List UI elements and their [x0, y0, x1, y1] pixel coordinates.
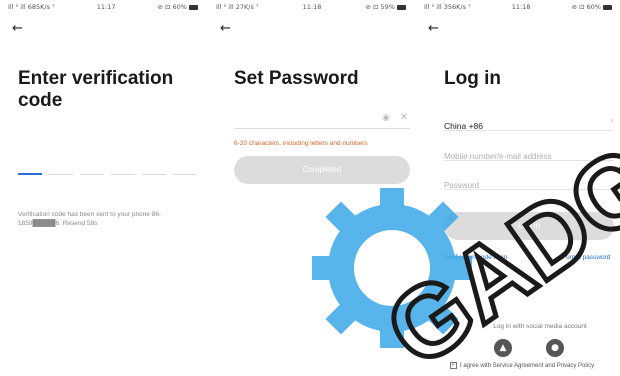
- status-battery-text: ⊘ ⊡ 60%: [157, 3, 187, 11]
- back-arrow-icon[interactable]: ←: [220, 22, 231, 36]
- code-digit-4[interactable]: [111, 174, 135, 175]
- verification-code-login-link[interactable]: Verification code login: [444, 254, 507, 261]
- status-bar: Ill ⁰ ill 685K/s ⁷ 11:17 ⊘ ⊡ 60%: [0, 0, 206, 14]
- page-title: Log in: [444, 68, 501, 89]
- password-input[interactable]: Password: [444, 181, 479, 190]
- verification-code-input[interactable]: [18, 173, 197, 175]
- page-title: Enter verification code: [18, 68, 174, 111]
- status-bar: Ill ⁰ ill 356K/s ⁷ 11:18 ⊘ ⊡ 60%: [416, 0, 620, 14]
- status-battery-text: ⊘ ⊡ 60%: [571, 3, 601, 11]
- status-time: 11:18: [302, 3, 322, 11]
- country-code: China +86: [444, 121, 483, 131]
- agreement-text: I agree with Service Agreement and Priva…: [460, 362, 595, 369]
- battery-icon: [396, 4, 406, 10]
- back-arrow-icon[interactable]: ←: [12, 22, 23, 36]
- eye-icon[interactable]: ◉: [382, 113, 390, 123]
- chevron-right-icon: ›: [610, 116, 614, 126]
- code-digit-5[interactable]: [142, 174, 166, 175]
- status-network: Ill ⁰ ill 27K/s ⁷: [216, 3, 259, 11]
- close-icon[interactable]: ✕: [400, 112, 408, 123]
- social-login-label: Log in with social media account: [493, 323, 587, 330]
- wechat-icon[interactable]: ●: [546, 339, 564, 357]
- battery-icon: [602, 4, 612, 10]
- password-field-row: ◉ ✕: [234, 112, 410, 129]
- forgot-password-link[interactable]: Forgot password: [562, 254, 610, 261]
- battery-icon: [188, 4, 198, 10]
- account-field[interactable]: Mobile number/e-mail address: [444, 146, 614, 161]
- status-bar: Ill ⁰ ill 27K/s ⁷ 11:18 ⊘ ⊡ 59%: [208, 0, 414, 14]
- password-field[interactable]: Password: [444, 175, 614, 190]
- country-selector[interactable]: China +86 ›: [444, 116, 614, 131]
- complete-button[interactable]: Completed: [234, 156, 410, 184]
- status-network: Ill ⁰ ill 685K/s ⁷: [8, 3, 55, 11]
- login-button[interactable]: Log in: [444, 212, 614, 240]
- code-digit-1[interactable]: [18, 173, 42, 175]
- agreement-checkbox[interactable]: ✓: [450, 362, 457, 369]
- status-time: 11:18: [511, 3, 531, 11]
- agreement-row: ✓ I agree with Service Agreement and Pri…: [450, 362, 594, 369]
- set-password-screen: Ill ⁰ ill 27K/s ⁷ 11:18 ⊘ ⊡ 59% ← Set Pa…: [208, 0, 414, 376]
- status-network: Ill ⁰ ill 356K/s ⁷: [424, 3, 471, 11]
- account-input[interactable]: Mobile number/e-mail address: [444, 152, 552, 161]
- code-digit-3[interactable]: [80, 174, 104, 175]
- status-time: 11:17: [96, 3, 116, 11]
- code-digit-2[interactable]: [49, 174, 73, 175]
- back-arrow-icon[interactable]: ←: [428, 22, 439, 36]
- page-title: Set Password: [234, 68, 359, 89]
- login-screen: Ill ⁰ ill 356K/s ⁷ 11:18 ⊘ ⊡ 60% ← Log i…: [416, 0, 620, 376]
- verification-screen: Ill ⁰ ill 685K/s ⁷ 11:17 ⊘ ⊡ 60% ← Enter…: [0, 0, 206, 376]
- bell-icon[interactable]: ▲: [494, 339, 512, 357]
- code-digit-6[interactable]: [173, 174, 197, 175]
- status-battery-text: ⊘ ⊡ 59%: [365, 3, 395, 11]
- password-rule-warning: 6-20 characters, including letters and n…: [234, 140, 368, 147]
- verification-hint: Verification code has been sent to your …: [18, 211, 162, 227]
- password-input[interactable]: [234, 112, 378, 128]
